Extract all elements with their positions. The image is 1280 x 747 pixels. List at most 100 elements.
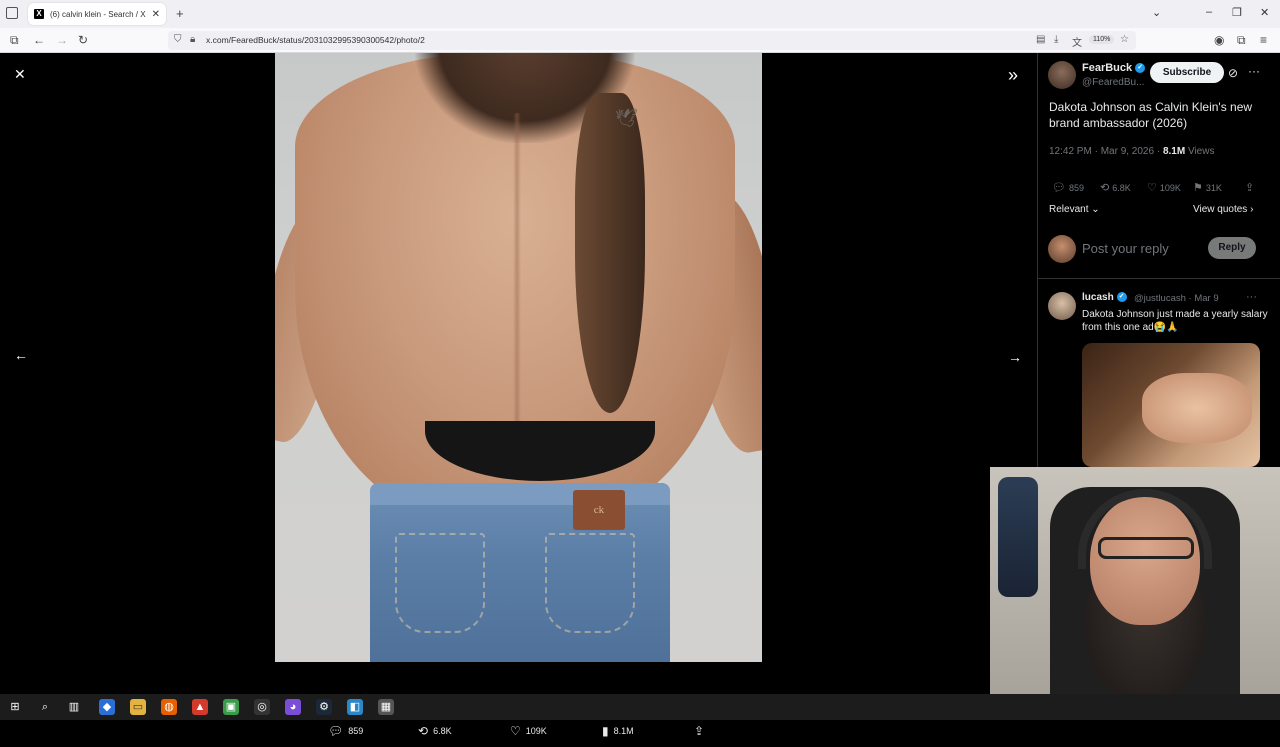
photo-hair-strands (575, 93, 645, 413)
jeans-label-logo: ck (573, 490, 625, 530)
extensions-icon[interactable]: ⧉ (1237, 33, 1246, 48)
browser-tab[interactable]: X (6) calvin klein - Search / X ✕ (28, 3, 166, 25)
media-action-bar: 💬︎ 859 ⟲ 6.8K ♡ 109K ▮ 8.1M ⇪ (0, 717, 1037, 747)
media-viewer: ✕ » ← → 🕊︎ ck 💬︎ 859 ⟲ 6.8K ♡ 109K ▮ 8.1… (0, 53, 1037, 738)
divider (1038, 278, 1280, 279)
close-icon[interactable]: ✕ (14, 66, 26, 83)
stat-share[interactable]: ⇪ (1245, 181, 1254, 194)
task-view-icon[interactable]: ▥ (66, 699, 82, 715)
subscribe-button[interactable]: Subscribe (1150, 62, 1224, 83)
chevron-right-icon: › (1250, 204, 1254, 215)
tweet-meta: 12:42 PM · Mar 9, 2026 · 8.1M Views (1049, 146, 1214, 157)
repost-action[interactable]: ⟲ 6.8K (418, 724, 452, 738)
verified-badge-icon: ✓ (1116, 292, 1127, 303)
reader-view-icon[interactable]: ▤ (1036, 34, 1045, 45)
lock-icon[interactable]: 🔒︎ (190, 34, 195, 45)
stat-bookmarks[interactable]: ⚑ 31K (1193, 181, 1222, 194)
reply-more-icon[interactable]: ··· (1246, 291, 1257, 303)
reply-input[interactable]: Post your reply (1082, 241, 1169, 256)
search-icon[interactable]: ⌕ (37, 699, 53, 715)
reload-icon[interactable]: ↻ (78, 33, 88, 47)
window-close-icon[interactable]: ✕ (1260, 6, 1269, 19)
tab-overflow-icon[interactable]: ⌄ (1152, 6, 1161, 19)
account-icon[interactable]: ◉ (1214, 33, 1224, 47)
tweet-timestamp[interactable]: 12:42 PM · Mar 9, 2026 · (1049, 146, 1163, 157)
url-bar[interactable]: ⛉ 🔒︎ x.com/FearedBuck/status/20310329953… (168, 31, 1136, 50)
tab-list-icon[interactable] (6, 7, 18, 19)
stat-replies-count: 859 (1068, 182, 1084, 193)
heart-icon: ♡ (510, 724, 521, 738)
url-text[interactable]: x.com/FearedBuck/status/2031032995390300… (206, 35, 425, 45)
author-avatar[interactable] (1048, 61, 1076, 89)
reply-text: Dakota Johnson just made a yearly salary… (1082, 309, 1268, 333)
reply-action[interactable]: 💬︎ 859 (328, 724, 363, 738)
author-name[interactable]: FearBuck ✓ (1082, 62, 1146, 74)
like-action[interactable]: ♡ 109K (510, 724, 547, 738)
zoom-level[interactable]: 110% (1089, 35, 1115, 44)
browser-nav-bar: ⧉ ← → ↻ ⛉ 🔒︎ x.com/FearedBuck/status/203… (0, 28, 1280, 53)
menu-icon[interactable]: ≡ (1260, 33, 1267, 47)
save-page-icon[interactable]: ⤓ (1054, 34, 1058, 45)
share-action[interactable]: ⇪ (694, 724, 704, 738)
tweet-stats: 💬︎ 859 ⟲ 6.8K ♡ 109K ⚑ 31K ⇪ (1049, 181, 1274, 197)
reply-avatar[interactable] (1048, 292, 1076, 320)
sort-relevant-dropdown[interactable]: Relevant ⌄ (1049, 204, 1100, 215)
shield-icon[interactable]: ⛉ (174, 34, 182, 45)
view-quotes-link[interactable]: View quotes › (1193, 204, 1253, 215)
grok-icon[interactable]: ⊘ (1228, 66, 1238, 80)
comment-icon: 💬︎ (1052, 182, 1066, 194)
steam-icon[interactable]: ⚙ (316, 699, 332, 715)
x-logo-icon: X (34, 9, 44, 19)
translate-icon[interactable]: 文 (1072, 34, 1082, 49)
expand-icon[interactable]: » (1008, 65, 1018, 86)
next-photo-icon[interactable]: → (1008, 349, 1022, 365)
bookmark-star-icon[interactable]: ☆ (1120, 34, 1129, 45)
reply-media[interactable] (1082, 343, 1260, 467)
previous-photo-icon[interactable]: ← (14, 347, 28, 363)
repost-icon: ⟲ (418, 724, 429, 738)
firefox-icon[interactable]: ◍ (161, 699, 177, 715)
author-handle[interactable]: @FearedBu... (1082, 77, 1144, 88)
stat-reposts[interactable]: ⟲ 6.8K (1100, 181, 1131, 194)
stat-reposts-count: 6.8K (1112, 182, 1131, 193)
app-icon-green[interactable]: ▣ (223, 699, 239, 715)
reply-author-name[interactable]: lucash ✓ (1082, 292, 1127, 303)
verified-badge-icon: ✓ (1135, 63, 1146, 74)
like-count: 109K (525, 726, 547, 736)
my-avatar (1048, 235, 1076, 263)
maximize-icon[interactable]: ❐ (1232, 6, 1242, 19)
tweet-views-label: Views (1185, 146, 1215, 157)
reply-count: 859 (348, 726, 364, 736)
app-icon-circle[interactable]: ◎ (254, 699, 270, 715)
webcam-overlay (990, 467, 1280, 694)
tab-title: (6) calvin klein - Search / X (50, 9, 146, 19)
tweet-views-count: 8.1M (1162, 146, 1186, 157)
forward-icon[interactable]: → (56, 33, 68, 47)
heart-icon: ♡ (1147, 182, 1157, 194)
calculator-icon[interactable]: ▦ (378, 699, 394, 715)
photo-waistband (370, 483, 670, 505)
stat-likes-count: 109K (1159, 182, 1181, 193)
minimize-icon[interactable]: – (1206, 6, 1212, 18)
stat-likes[interactable]: ♡ 109K (1147, 181, 1181, 194)
app-icon-blue[interactable]: ◧ (347, 699, 363, 715)
start-icon[interactable]: ⊞ (7, 699, 23, 715)
stat-replies[interactable]: 💬︎ 859 (1052, 181, 1084, 194)
sidebar-icon[interactable]: ⧉ (10, 33, 19, 48)
reply-button[interactable]: Reply (1208, 237, 1256, 259)
brave-icon[interactable]: ▲ (192, 699, 208, 715)
tweet-photo[interactable]: 🕊︎ ck (275, 53, 762, 662)
comment-icon: 💬︎ (328, 724, 344, 738)
back-icon[interactable]: ← (33, 33, 45, 47)
copilot-icon[interactable]: ◆ (99, 699, 115, 715)
analytics-icon: ▮ (602, 724, 609, 738)
file-explorer-icon[interactable]: ▭ (130, 699, 146, 715)
views-action[interactable]: ▮ 8.1M (602, 724, 634, 738)
share-icon: ⇪ (694, 724, 705, 738)
discord-icon[interactable]: ◕ (285, 699, 301, 715)
tab-close-icon[interactable]: ✕ (152, 9, 160, 20)
more-options-icon[interactable]: ··· (1248, 64, 1260, 78)
os-taskbar: ⊞ ⌕ ▥ ◆ ▭ ◍ ▲ ▣ ◎ ◕ ⚙ ◧ ▦ (0, 694, 1280, 720)
reply-author-handle[interactable]: @justlucash · Mar 9 (1134, 293, 1219, 304)
new-tab-button[interactable]: + (176, 6, 184, 21)
